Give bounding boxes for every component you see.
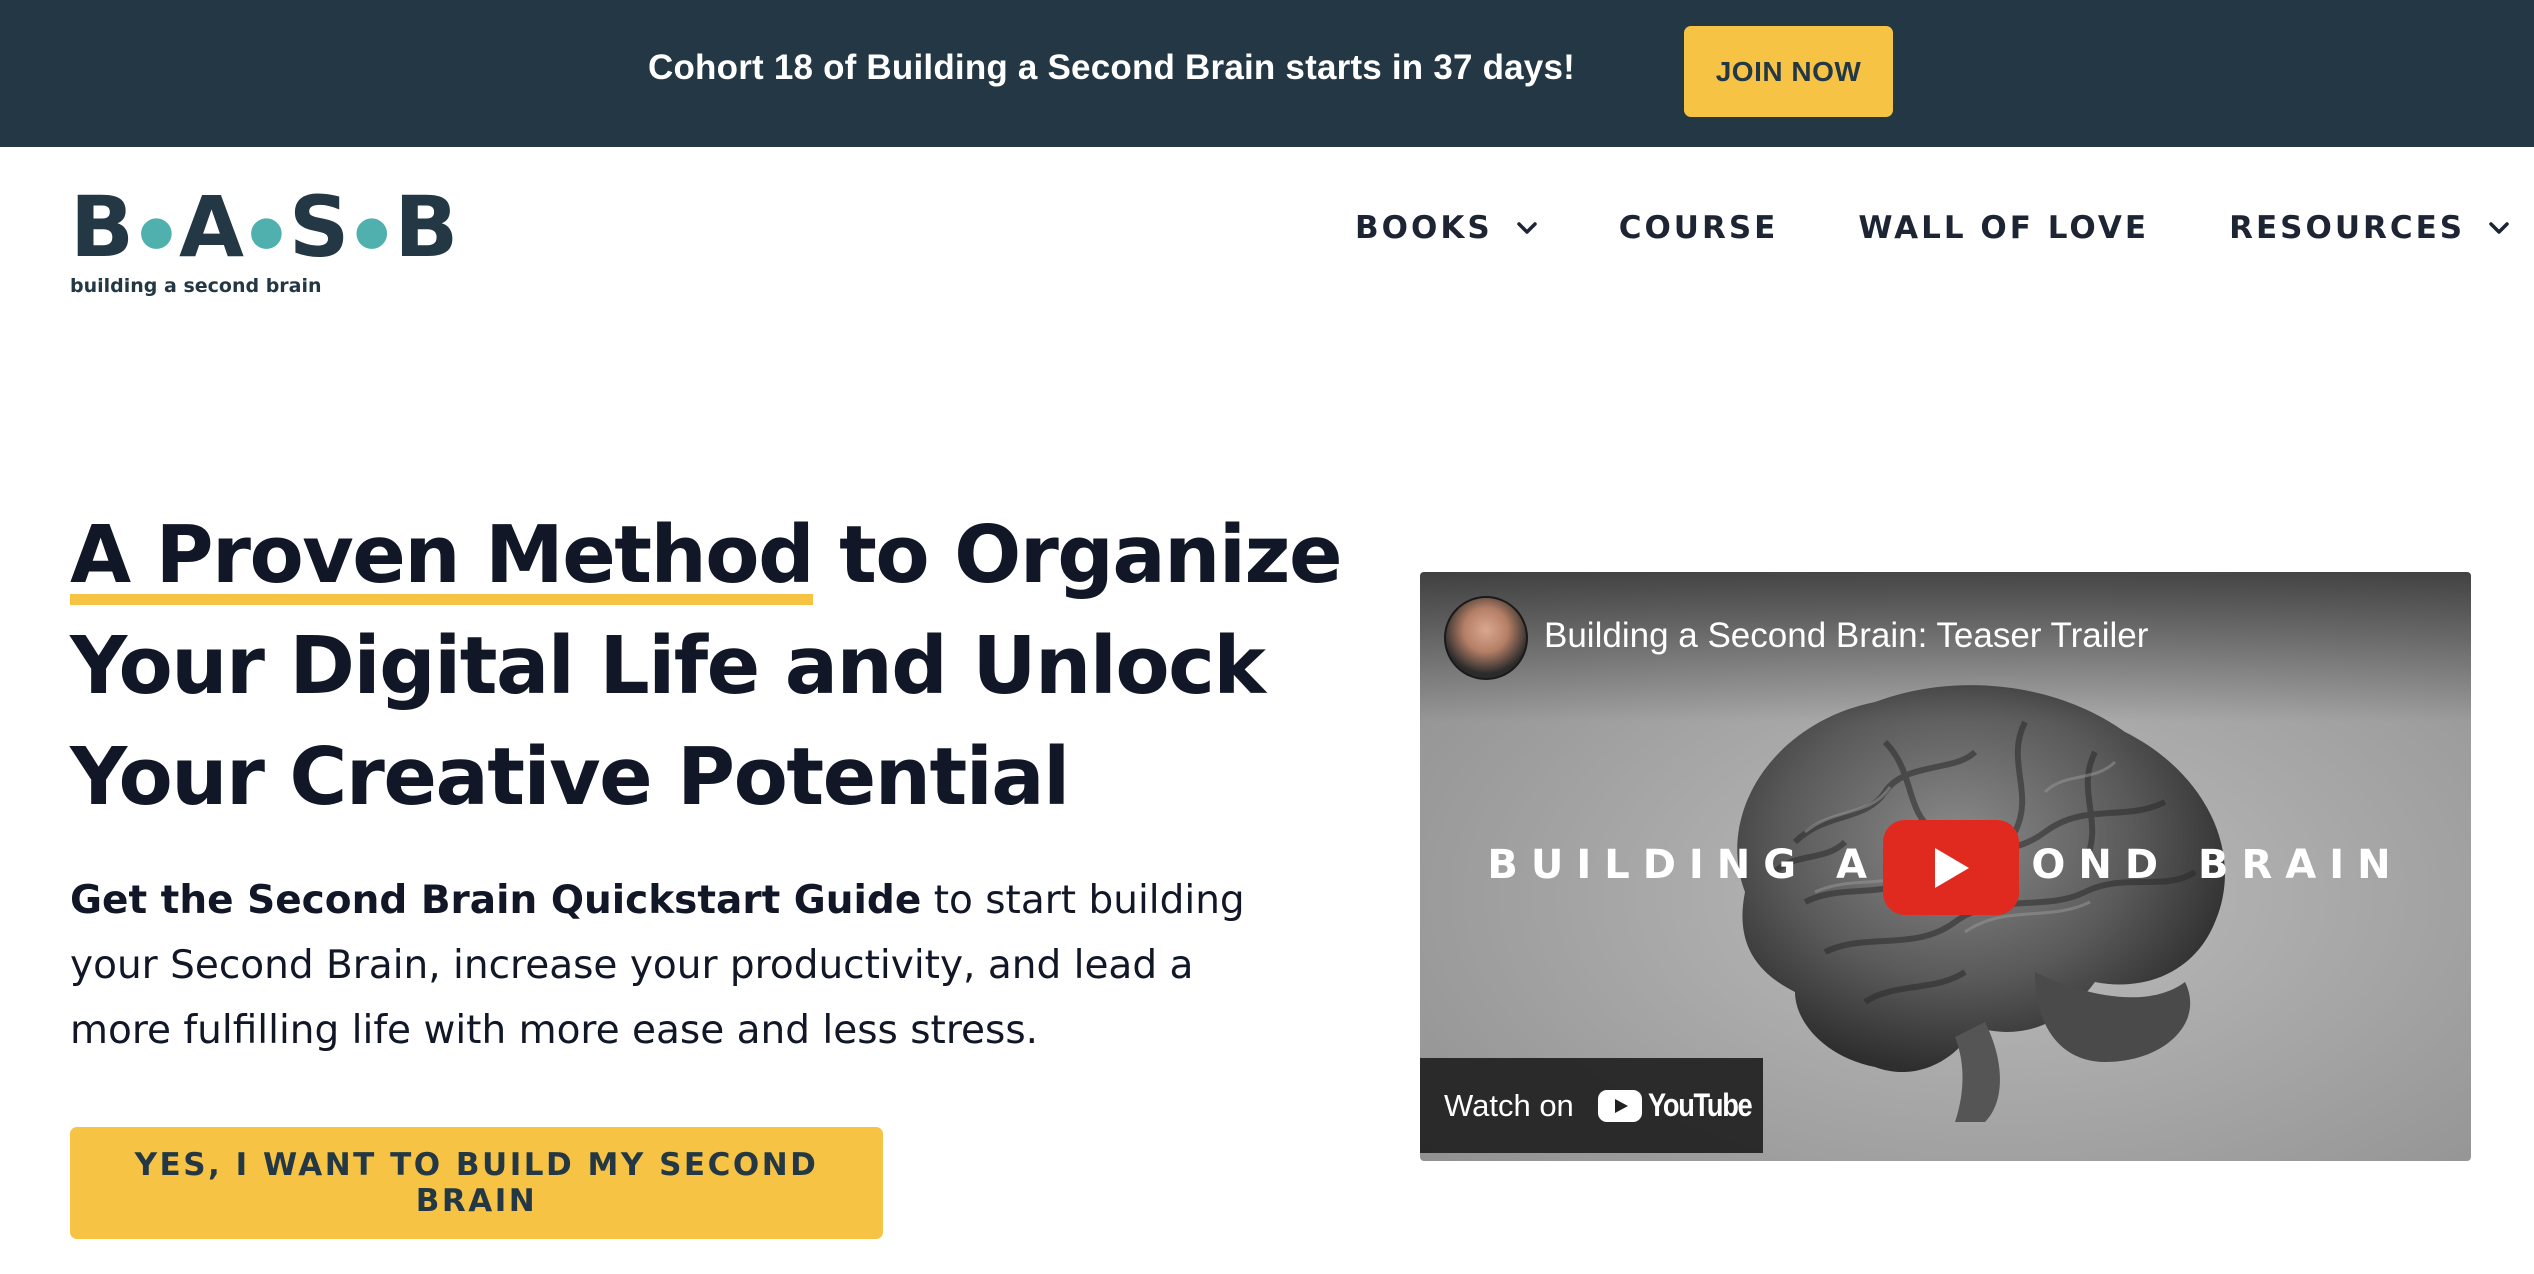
hero-description-text: to start building xyxy=(921,878,1245,923)
youtube-logo: YouTube xyxy=(1597,1087,1770,1124)
nav-item-label: BOOKS xyxy=(1355,210,1493,246)
logo-dot: ● xyxy=(248,208,286,254)
hero-title-line: Your Digital Life and Unlock xyxy=(70,620,1266,712)
logo-letter: A xyxy=(178,178,246,276)
logo[interactable]: B ● A ● S ● B building a second brain xyxy=(70,185,460,297)
hero-title-text: to Organize xyxy=(813,509,1342,601)
hero-description-line: more fulfilling life with more ease and … xyxy=(70,1008,1039,1053)
video-title[interactable]: Building a Second Brain: Teaser Trailer xyxy=(1544,616,2148,656)
nav-item-label: RESOURCES xyxy=(2229,210,2466,246)
join-now-button[interactable]: JOIN NOW xyxy=(1684,26,1893,117)
play-button[interactable] xyxy=(1883,820,2019,915)
youtube-wordmark: YouTube xyxy=(1647,1087,1753,1123)
video-player[interactable]: Building a Second Brain: Teaser Trailer … xyxy=(1420,572,2471,1161)
chevron-down-icon xyxy=(2489,222,2509,234)
watch-on-label: Watch on xyxy=(1444,1087,1574,1123)
logo-dot: ● xyxy=(139,208,176,254)
main-nav: BOOKS COURSE WALL OF LOVE RESOURCES xyxy=(1355,210,2511,246)
hero-description-line: your Second Brain, increase your product… xyxy=(70,943,1194,988)
hero-title-highlight: A Proven Method xyxy=(70,500,815,611)
nav-item-label: WALL OF LOVE xyxy=(1858,210,2150,246)
logo-mark: B ● A ● S ● B xyxy=(70,185,460,269)
nav-item-books[interactable]: BOOKS xyxy=(1355,210,1539,246)
logo-letter: S xyxy=(288,178,352,276)
hero-title-line: Your Creative Potential xyxy=(70,731,1070,823)
announcement-text: Cohort 18 of Building a Second Brain sta… xyxy=(648,48,1575,87)
youtube-play-icon xyxy=(1597,1089,1642,1122)
logo-dot: ● xyxy=(354,208,392,254)
hero-description: Get the Second Brain Quickstart Guide to… xyxy=(70,868,1250,1063)
hero-title-line: A Proven Method to Organize xyxy=(70,500,1343,611)
announcement-bar: Cohort 18 of Building a Second Brain sta… xyxy=(0,0,2534,147)
watch-on-youtube-button[interactable]: Watch on YouTube xyxy=(1420,1058,1763,1153)
nav-item-course[interactable]: COURSE xyxy=(1619,210,1779,246)
channel-avatar[interactable] xyxy=(1444,596,1528,680)
chevron-down-icon xyxy=(1516,222,1537,234)
logo-tagline: building a second brain xyxy=(70,275,322,297)
play-icon xyxy=(1935,847,1969,888)
build-second-brain-button[interactable]: YES, I WANT TO BUILD MY SECOND BRAIN xyxy=(70,1127,883,1239)
nav-item-resources[interactable]: RESOURCES xyxy=(2229,210,2511,246)
logo-letter: B xyxy=(394,178,461,276)
hero-description-bold: Get the Second Brain Quickstart Guide xyxy=(70,878,922,923)
nav-item-label: COURSE xyxy=(1618,210,1779,246)
hero-title: A Proven Method to Organize Your Digital… xyxy=(70,500,1343,833)
logo-letter: B xyxy=(70,178,137,276)
hero-description-line: Get the Second Brain Quickstart Guide to… xyxy=(70,868,1250,933)
nav-item-wall-of-love[interactable]: WALL OF LOVE xyxy=(1858,210,2149,246)
